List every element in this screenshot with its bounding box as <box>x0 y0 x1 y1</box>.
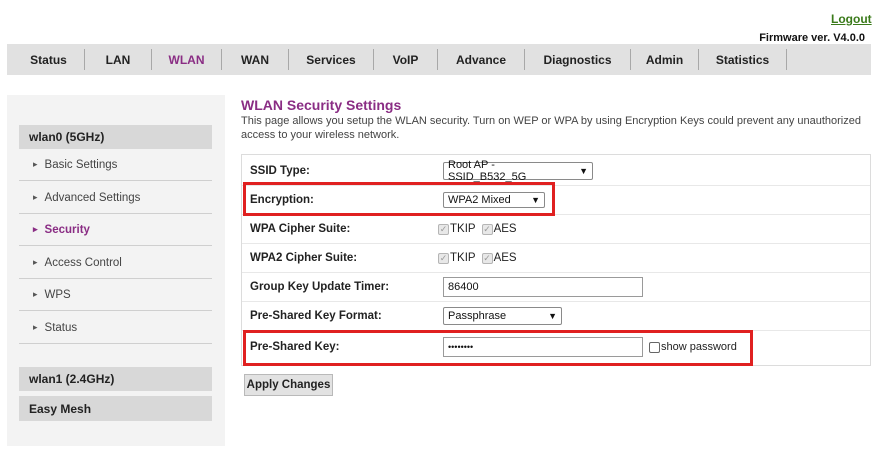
tab-wan[interactable]: WAN <box>222 49 289 70</box>
bullet-icon: ▸ <box>33 322 38 332</box>
sidebar-item-basic-settings[interactable]: ▸ Basic Settings <box>19 149 212 181</box>
wpa-aes-checkbox[interactable]: ✓ <box>481 223 493 235</box>
sidebar-item-label: Basic Settings <box>44 158 118 171</box>
ssid-type-label: SSID Type: <box>250 165 310 177</box>
tab-status[interactable]: Status <box>13 49 85 70</box>
wpa2-aes-checkbox[interactable]: ✓ <box>481 252 493 264</box>
logout-link[interactable]: Logout <box>831 12 872 26</box>
bullet-icon: ▸ <box>33 289 38 299</box>
row-wpa2-cipher: WPA2 Cipher Suite: ✓ TKIP ✓ AES <box>242 244 870 273</box>
tab-diagnostics[interactable]: Diagnostics <box>525 49 631 70</box>
tab-lan[interactable]: LAN <box>85 49 152 70</box>
sidebar-item-label: Access Control <box>44 256 122 269</box>
row-psk-format: Pre-Shared Key Format: Passphrase ▼ <box>242 302 870 331</box>
wpa-cipher-label: WPA Cipher Suite: <box>250 223 351 235</box>
psk-input[interactable]: •••••••• <box>443 337 643 357</box>
ssid-type-value: Root AP - SSID_B532_5G <box>448 159 527 183</box>
sidebar-group-wlan0[interactable]: wlan0 (5GHz) <box>19 125 212 149</box>
chevron-down-icon: ▼ <box>579 166 588 176</box>
tab-admin[interactable]: Admin <box>631 49 699 70</box>
sidebar-item-security[interactable]: ▸ Security <box>19 214 212 246</box>
encryption-value: WPA2 Mixed <box>448 194 511 206</box>
tab-services[interactable]: Services <box>289 49 374 70</box>
chevron-down-icon: ▼ <box>548 311 557 321</box>
sidebar-item-label: Status <box>44 321 78 334</box>
psk-format-label: Pre-Shared Key Format: <box>250 310 382 322</box>
sidebar-item-access-control[interactable]: ▸ Access Control <box>19 247 212 279</box>
psk-format-value: Passphrase <box>448 310 507 322</box>
sidebar-item-label: Security <box>44 223 90 236</box>
sidebar-item-label: WPS <box>44 288 71 301</box>
row-encryption: Encryption: WPA2 Mixed ▼ <box>242 186 870 215</box>
page-title: WLAN Security Settings <box>241 97 402 113</box>
bullet-icon: ▸ <box>33 159 38 169</box>
ssid-type-select[interactable]: Root AP - SSID_B532_5G ▼ <box>443 159 593 183</box>
tab-wlan[interactable]: WLAN <box>152 49 222 70</box>
tab-statistics[interactable]: Statistics <box>699 49 787 70</box>
sidebar-item-label: Advanced Settings <box>44 191 141 204</box>
psk-label: Pre-Shared Key: <box>250 341 340 353</box>
show-password-label: show password <box>661 341 737 353</box>
bullet-icon: ▸ <box>33 257 38 267</box>
psk-format-select[interactable]: Passphrase ▼ <box>443 307 562 325</box>
tab-voip[interactable]: VoIP <box>374 49 438 70</box>
encryption-select[interactable]: WPA2 Mixed ▼ <box>443 192 545 208</box>
wpa2-aes-label: AES <box>493 252 517 264</box>
group-key-timer-input[interactable]: 86400 <box>443 277 643 297</box>
firmware-version: Firmware ver. V4.0.0 <box>759 32 865 44</box>
show-password-checkbox[interactable] <box>649 341 660 353</box>
sidebar-group-easy-mesh[interactable]: Easy Mesh <box>19 396 212 421</box>
wpa-tkip-checkbox[interactable]: ✓ <box>438 223 449 235</box>
sidebar-group-wlan1[interactable]: wlan1 (2.4GHz) <box>19 367 212 391</box>
sidebar-item-status[interactable]: ▸ Status <box>19 312 212 344</box>
row-ssid-type: SSID Type: Root AP - SSID_B532_5G ▼ <box>242 157 870 186</box>
bullet-icon: ▸ <box>33 192 38 202</box>
wpa-tkip-label: TKIP <box>450 223 476 235</box>
row-wpa-cipher: WPA Cipher Suite: ✓ TKIP ✓ AES <box>242 215 870 244</box>
apply-changes-button[interactable]: Apply Changes <box>244 374 333 396</box>
wpa-aes-label: AES <box>493 223 517 235</box>
security-form: SSID Type: Root AP - SSID_B532_5G ▼ Encr… <box>241 154 871 366</box>
chevron-down-icon: ▼ <box>531 195 540 205</box>
bullet-icon: ▸ <box>33 224 38 234</box>
sidebar: wlan0 (5GHz) ▸ Basic Settings ▸ Advanced… <box>7 95 225 446</box>
sidebar-item-wps[interactable]: ▸ WPS <box>19 279 212 311</box>
page-description: This page allows you setup the WLAN secu… <box>241 115 861 141</box>
encryption-label: Encryption: <box>250 194 314 206</box>
row-group-key-timer: Group Key Update Timer: 86400 <box>242 273 870 302</box>
wpa2-cipher-label: WPA2 Cipher Suite: <box>250 252 358 264</box>
wpa2-tkip-checkbox[interactable]: ✓ <box>438 252 449 264</box>
tab-advance[interactable]: Advance <box>438 49 525 70</box>
sidebar-item-advanced-settings[interactable]: ▸ Advanced Settings <box>19 182 212 214</box>
top-nav: Status LAN WLAN WAN Services VoIP Advanc… <box>7 44 871 75</box>
wpa2-tkip-label: TKIP <box>450 252 476 264</box>
row-psk: Pre-Shared Key: •••••••• show password <box>242 333 870 362</box>
group-key-timer-label: Group Key Update Timer: <box>250 281 390 293</box>
